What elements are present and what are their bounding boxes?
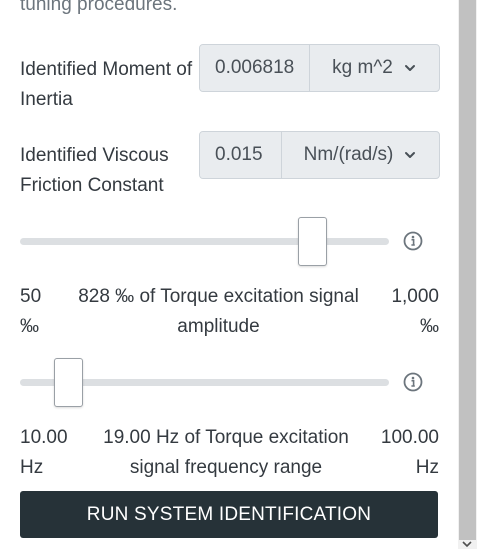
friction-unit-select[interactable]: Nm/(rad/s)	[282, 132, 439, 178]
frequency-range-slider-thumb[interactable]	[54, 358, 83, 407]
inertia-label: Identified Moment of Inertia	[20, 59, 193, 110]
scrollbar-thumb[interactable]	[459, 0, 476, 540]
torque-amplitude-max-label: 1,000 ‰	[391, 286, 439, 337]
friction-input-group: 0.015 Nm/(rad/s)	[199, 131, 440, 179]
frequency-range-max-label: 100.00 Hz	[380, 427, 439, 478]
chevron-down-icon	[404, 65, 415, 71]
torque-amplitude-min-label: 50 ‰	[20, 286, 42, 337]
inertia-value-field[interactable]: 0.006818	[200, 45, 310, 91]
torque-amplitude-slider-thumb[interactable]	[298, 217, 328, 266]
info-icon[interactable]	[403, 372, 423, 392]
intro-text: tuning procedures.	[20, 0, 178, 15]
friction-value-field[interactable]: 0.015	[200, 132, 282, 178]
inertia-unit-label: kg m^2	[332, 57, 393, 78]
inertia-unit-select[interactable]: kg m^2	[310, 45, 439, 91]
torque-amplitude-slider-track[interactable]	[20, 238, 389, 245]
frequency-range-min-label: 10.00 Hz	[20, 427, 68, 478]
frequency-range-caption: 19.00 Hz of Torque excitation signal fre…	[103, 427, 349, 478]
friction-label: Identified Viscous Friction Constant	[20, 145, 169, 196]
info-icon[interactable]	[403, 231, 423, 251]
chevron-down-icon	[405, 152, 416, 158]
friction-unit-label: Nm/(rad/s)	[303, 144, 394, 165]
scroll-down-arrow-icon[interactable]	[462, 540, 472, 548]
run-system-identification-button[interactable]: RUN SYSTEM IDENTIFICATION	[20, 491, 438, 538]
inertia-input-group: 0.006818 kg m^2	[199, 44, 440, 92]
torque-amplitude-caption: 828 ‰ of Torque excitation signal amplit…	[78, 286, 359, 337]
